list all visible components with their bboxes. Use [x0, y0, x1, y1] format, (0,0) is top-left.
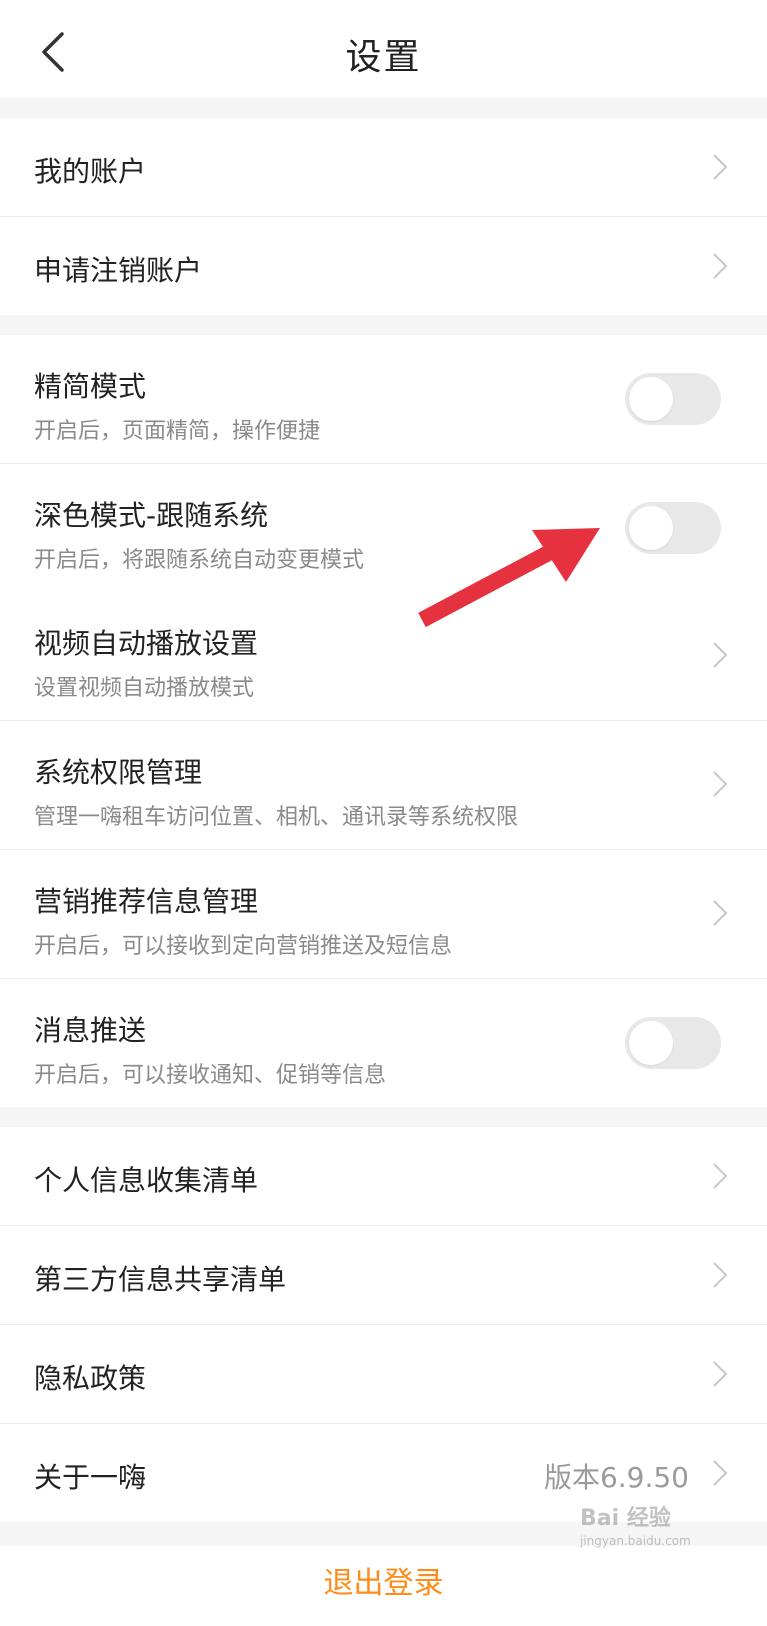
row-label: 隐私政策	[34, 1362, 147, 1395]
preferences-group: 精简模式 开启后，页面精简，操作便捷 深色模式-跟随系统 开启后，将跟随系统自动…	[0, 335, 767, 1107]
chevron-right-icon	[713, 1262, 728, 1288]
push-notification-row: 消息推送 开启后，可以接收通知、促销等信息	[0, 979, 767, 1107]
row-label: 深色模式-跟随系统	[34, 499, 269, 532]
row-label: 消息推送	[34, 1014, 147, 1047]
system-permission-row[interactable]: 系统权限管理 管理一嗨租车访问位置、相机、通讯录等系统权限	[0, 721, 767, 850]
marketing-info-row[interactable]: 营销推荐信息管理 开启后，可以接收到定向营销推送及短信息	[0, 850, 767, 979]
chevron-right-icon	[713, 900, 728, 926]
dark-mode-toggle[interactable]	[625, 502, 721, 554]
video-autoplay-row[interactable]: 视频自动播放设置 设置视频自动播放模式	[0, 592, 767, 721]
row-label: 关于一嗨	[34, 1461, 147, 1494]
chevron-right-icon	[713, 154, 728, 180]
simple-mode-row: 精简模式 开启后，页面精简，操作便捷	[0, 335, 767, 464]
row-description: 管理一嗨租车访问位置、相机、通讯录等系统权限	[34, 805, 519, 830]
privacy-policy-row[interactable]: 隐私政策	[0, 1325, 767, 1424]
row-description: 开启后，将跟随系统自动变更模式	[34, 548, 365, 573]
row-label: 申请注销账户	[34, 254, 203, 287]
annotation-arrow-icon	[418, 528, 600, 628]
toggle-knob	[629, 506, 673, 550]
push-notification-toggle[interactable]	[625, 1017, 721, 1069]
row-description: 开启后，可以接收通知、促销等信息	[34, 1063, 387, 1088]
top-bar: 设置	[0, 0, 767, 98]
row-label: 营销推荐信息管理	[34, 885, 259, 918]
watermark-logo-text: Bai 经验	[580, 1506, 671, 1531]
row-description: 设置视频自动播放模式	[34, 676, 255, 701]
chevron-right-icon	[713, 771, 728, 797]
chevron-right-icon	[713, 253, 728, 279]
row-label: 精简模式	[34, 370, 147, 403]
toggle-knob	[629, 1021, 673, 1065]
row-label: 第三方信息共享清单	[34, 1263, 287, 1296]
simple-mode-toggle[interactable]	[625, 373, 721, 425]
row-label: 系统权限管理	[34, 756, 203, 789]
privacy-group: 个人信息收集清单 第三方信息共享清单 隐私政策 关于一嗨 版本6.9.50	[0, 1127, 767, 1522]
version-value: 版本6.9.50	[543, 1461, 689, 1494]
row-description: 开启后，页面精简，操作便捷	[34, 419, 321, 444]
toggle-knob	[629, 377, 673, 421]
row-label: 个人信息收集清单	[34, 1164, 259, 1197]
row-description: 开启后，可以接收到定向营销推送及短信息	[34, 934, 453, 959]
my-account-row[interactable]: 我的账户	[0, 118, 767, 217]
logout-label: 退出登录	[323, 1566, 444, 1601]
chevron-right-icon	[713, 642, 728, 668]
chevron-right-icon	[713, 1163, 728, 1189]
row-label: 视频自动播放设置	[34, 627, 259, 660]
page-title: 设置	[345, 37, 422, 78]
cancel-account-row[interactable]: 申请注销账户	[0, 217, 767, 315]
third-party-sharing-row[interactable]: 第三方信息共享清单	[0, 1226, 767, 1325]
personal-info-list-row[interactable]: 个人信息收集清单	[0, 1127, 767, 1226]
chevron-right-icon	[713, 1361, 728, 1387]
row-label: 我的账户	[34, 155, 147, 188]
chevron-right-icon	[713, 1460, 728, 1486]
account-group: 我的账户 申请注销账户	[0, 118, 767, 315]
watermark-url: jingyan.baidu.com	[580, 1534, 691, 1548]
dark-mode-row: 深色模式-跟随系统 开启后，将跟随系统自动变更模式	[0, 464, 767, 592]
watermark: Bai 经验 jingyan.baidu.com	[580, 1500, 750, 1560]
